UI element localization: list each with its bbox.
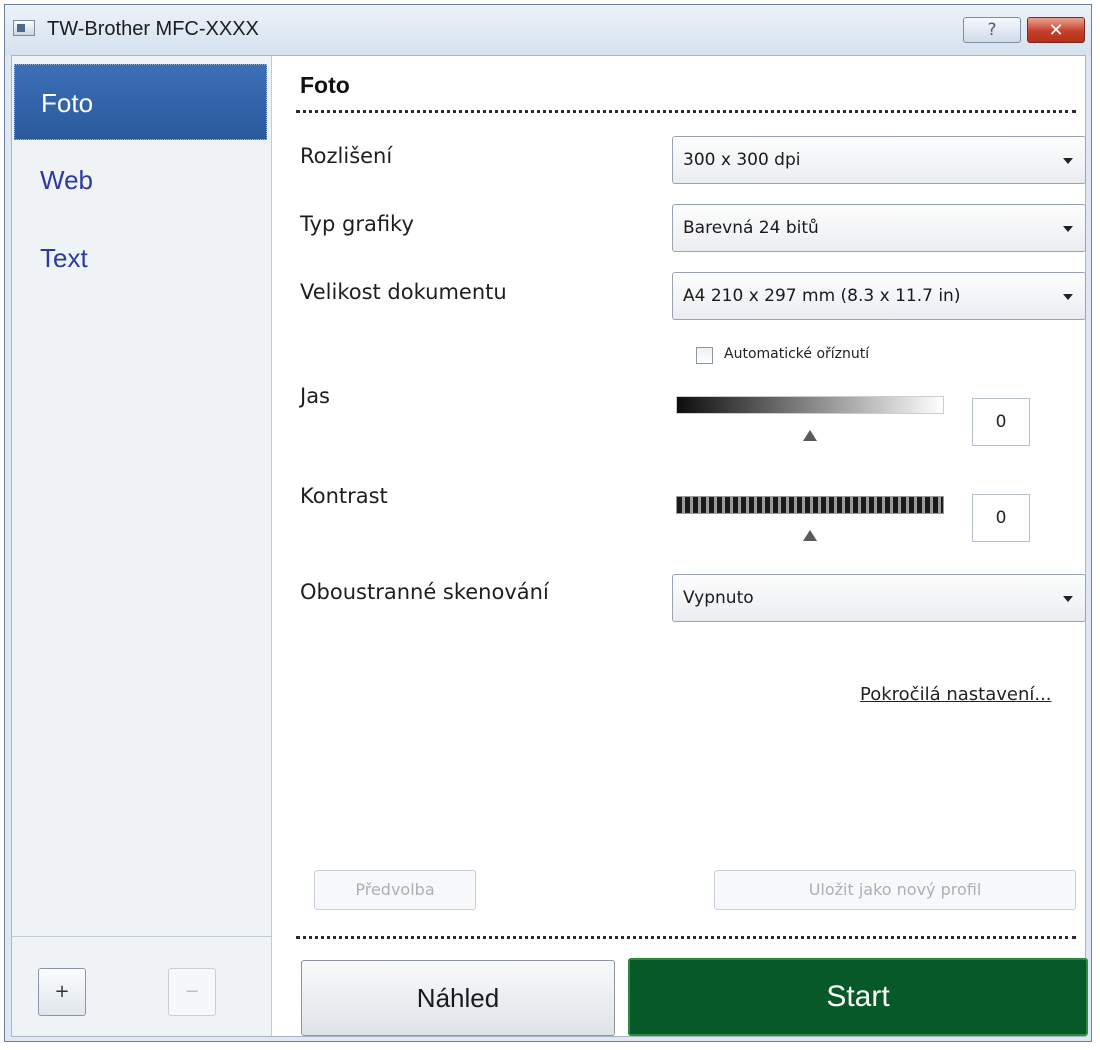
- graphic-type-select[interactable]: Barevná 24 bitů: [672, 204, 1086, 252]
- page-title: Foto: [300, 72, 350, 98]
- help-button[interactable]: ?: [963, 17, 1021, 43]
- duplex-select[interactable]: Vypnuto: [672, 574, 1086, 622]
- preset-button[interactable]: Předvolba: [314, 870, 476, 910]
- brightness-slider[interactable]: [676, 396, 944, 414]
- save-profile-button[interactable]: Uložit jako nový profil: [714, 870, 1076, 910]
- brightness-slider-thumb[interactable]: [803, 430, 817, 441]
- resolution-select[interactable]: 300 x 300 dpi: [672, 136, 1086, 184]
- add-profile-button[interactable]: +: [38, 968, 86, 1016]
- auto-crop-checkbox[interactable]: [696, 347, 713, 364]
- graphic-type-label: Typ grafiky: [300, 212, 414, 236]
- brightness-label: Jas: [300, 384, 331, 408]
- duplex-value: Vypnuto: [683, 588, 754, 608]
- heading-divider: [296, 110, 1076, 113]
- remove-profile-button[interactable]: −: [168, 968, 216, 1016]
- contrast-slider-thumb[interactable]: [803, 530, 817, 541]
- document-size-select[interactable]: A4 210 x 297 mm (8.3 x 11.7 in): [672, 272, 1086, 320]
- close-button[interactable]: ✕: [1027, 17, 1085, 43]
- app-icon: [13, 20, 35, 36]
- document-size-value: A4 210 x 297 mm (8.3 x 11.7 in): [683, 286, 961, 306]
- sidebar-item-web[interactable]: Web: [14, 142, 267, 218]
- contrast-label: Kontrast: [300, 484, 388, 508]
- graphic-type-value: Barevná 24 bitů: [683, 218, 819, 238]
- footer-divider: [296, 936, 1076, 939]
- chevron-down-icon: [1063, 226, 1073, 232]
- resolution-value: 300 x 300 dpi: [683, 150, 801, 170]
- chevron-down-icon: [1063, 294, 1073, 300]
- brightness-value-field[interactable]: 0: [972, 398, 1030, 446]
- document-size-label: Velikost dokumentu: [300, 280, 507, 304]
- chevron-down-icon: [1063, 596, 1073, 602]
- title-bar[interactable]: TW-Brother MFC-XXXX ? ✕: [5, 5, 1091, 55]
- scanner-window: TW-Brother MFC-XXXX ? ✕ Foto Web Text + …: [4, 4, 1092, 1042]
- contrast-slider[interactable]: [676, 496, 944, 514]
- sidebar-item-text[interactable]: Text: [14, 220, 267, 296]
- resolution-label: Rozlišení: [300, 144, 393, 168]
- sidebar-divider: [12, 936, 271, 937]
- window-title: TW-Brother MFC-XXXX: [47, 18, 259, 40]
- auto-crop-label[interactable]: Automatické oříznutí: [724, 346, 869, 362]
- preview-button[interactable]: Náhled: [301, 960, 615, 1036]
- start-button[interactable]: Start: [628, 958, 1088, 1036]
- contrast-value-field[interactable]: 0: [972, 494, 1030, 542]
- profile-sidebar: Foto Web Text + −: [12, 56, 272, 1036]
- dialog-body: Foto Web Text + − Foto Rozlišení 300 x 3…: [11, 55, 1088, 1037]
- sidebar-item-foto[interactable]: Foto: [14, 64, 267, 140]
- advanced-settings-link[interactable]: Pokročilá nastavení...: [860, 684, 1052, 705]
- duplex-label: Oboustranné skenování: [300, 580, 549, 604]
- chevron-down-icon: [1063, 158, 1073, 164]
- settings-panel: Foto Rozlišení 300 x 300 dpi Typ grafiky…: [272, 56, 1088, 1036]
